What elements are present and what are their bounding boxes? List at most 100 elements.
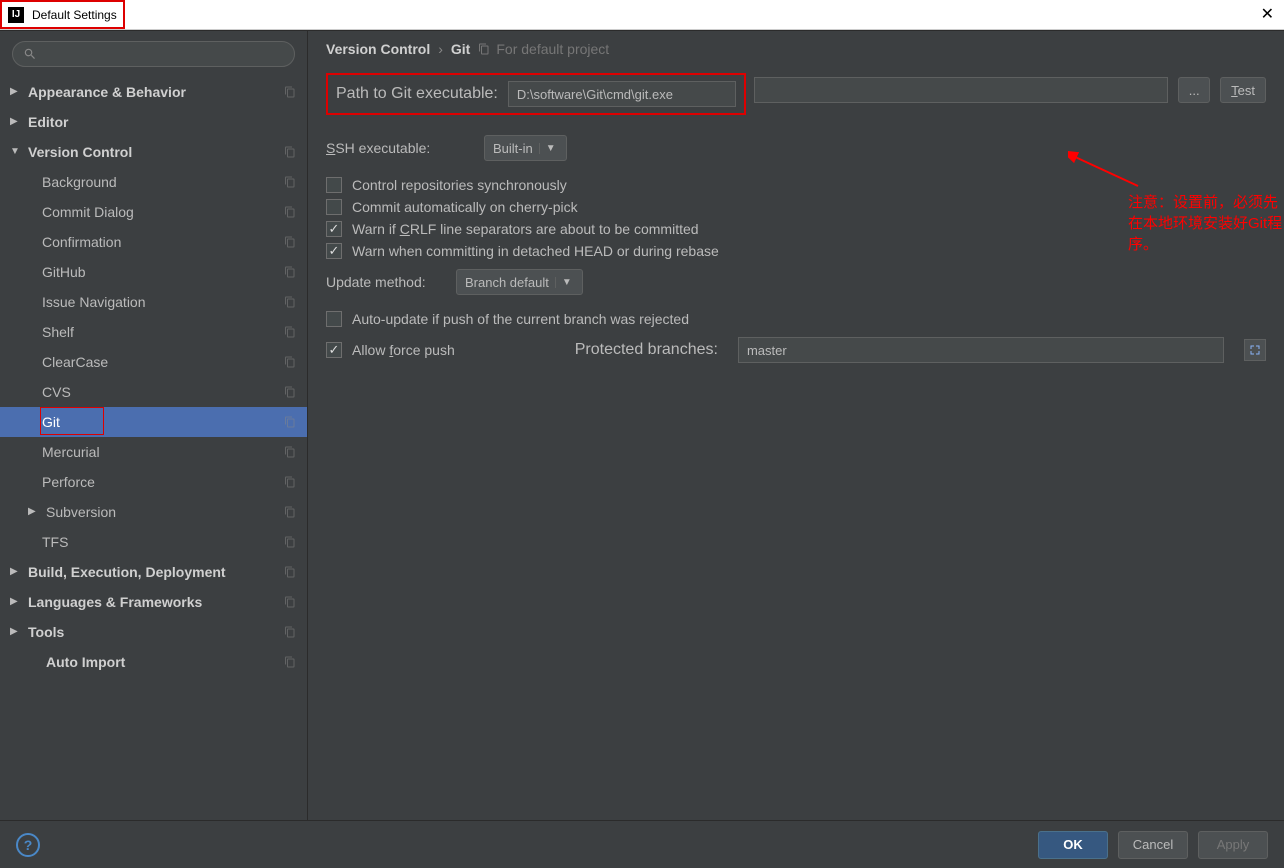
chk-control-repos[interactable]: Control repositories synchronously [326,177,1266,193]
tree-label: Issue Navigation [42,287,283,317]
help-button[interactable]: ? [16,833,40,857]
chevron-icon [10,77,22,107]
update-combo[interactable]: Branch default▼ [456,269,583,295]
tree-label: Subversion [46,497,283,527]
close-icon[interactable]: ✕ [1261,4,1274,24]
sidebar-item-build-execution-deployment[interactable]: Build, Execution, Deployment [0,557,307,587]
sidebar-item-perforce[interactable]: Perforce [0,467,307,497]
chk-cherry-pick[interactable]: Commit automatically on cherry-pick [326,199,1266,215]
copy-icon [283,295,297,309]
breadcrumb-b: Git [451,41,470,57]
ssh-combo[interactable]: Built-in▼ [484,135,567,161]
tree-label: TFS [42,527,283,557]
copy-icon [283,205,297,219]
force-push-row: Allow force push Protected branches: [326,337,1266,363]
apply-button[interactable]: Apply [1198,831,1268,859]
tree-label: Commit Dialog [42,197,283,227]
sidebar-item-commit-dialog[interactable]: Commit Dialog [0,197,307,227]
copy-icon [283,655,297,669]
copy-icon [283,475,297,489]
chk-auto-update[interactable]: Auto-update if push of the current branc… [326,311,1266,327]
sidebar-item-clearcase[interactable]: ClearCase [0,347,307,377]
tree-label: Languages & Frameworks [28,587,283,617]
breadcrumb-hint: For default project [478,41,609,57]
footer: ? OK Cancel Apply [0,820,1284,868]
annotation-text: 注意：设置前，必须先在本地环境安装好Git程序。 [1128,191,1284,254]
tree-label: Mercurial [42,437,283,467]
test-button[interactable]: Test [1220,77,1266,103]
ssh-label: SSH executable: [326,140,474,156]
sidebar-item-shelf[interactable]: Shelf [0,317,307,347]
expand-icon [1249,344,1261,356]
sidebar-item-mercurial[interactable]: Mercurial [0,437,307,467]
chevron-icon [10,587,22,617]
copy-icon [283,355,297,369]
chevron-icon [10,617,22,647]
tree-label: GitHub [42,257,283,287]
ok-button[interactable]: OK [1038,831,1108,859]
settings-tree: Appearance & BehaviorEditorVersion Contr… [0,77,307,677]
tree-label: Build, Execution, Deployment [28,557,283,587]
git-path-full[interactable] [754,77,1168,103]
tree-label: Confirmation [42,227,283,257]
copy-icon [283,235,297,249]
sidebar-item-version-control[interactable]: Version Control [0,137,307,167]
tree-label: CVS [42,377,283,407]
sidebar-item-tools[interactable]: Tools [0,617,307,647]
sidebar-item-auto-import[interactable]: Auto Import [0,647,307,677]
sidebar-item-editor[interactable]: Editor [0,107,307,137]
chevron-icon [10,557,22,587]
search-icon [23,47,37,61]
protected-label: Protected branches: [575,341,718,359]
browse-button[interactable]: ... [1178,77,1210,103]
copy-icon [283,145,297,159]
tree-label: Perforce [42,467,283,497]
app-icon: IJ [8,7,24,23]
copy-icon [283,535,297,549]
tree-label: Auto Import [46,647,283,677]
breadcrumb-sep: › [438,41,443,57]
sidebar-item-cvs[interactable]: CVS [0,377,307,407]
breadcrumb: Version Control › Git For default projec… [326,41,1266,57]
search-input[interactable] [12,41,295,67]
titlebar: IJ Default Settings ✕ [0,0,1284,30]
chevron-icon [10,107,22,137]
chevron-down-icon: ▼ [539,143,562,154]
sidebar: Appearance & BehaviorEditorVersion Contr… [0,31,308,838]
tree-label: Git [42,407,283,437]
window-title: Default Settings [32,8,117,22]
breadcrumb-a: Version Control [326,41,430,57]
chk-force-push[interactable]: Allow force push [326,342,455,358]
sidebar-item-issue-navigation[interactable]: Issue Navigation [0,287,307,317]
tree-label: Version Control [28,137,283,167]
update-row: Update method: Branch default▼ [326,269,1266,295]
update-label: Update method: [326,274,446,290]
titlebar-highlight: IJ Default Settings [0,0,125,29]
main-body: Appearance & BehaviorEditorVersion Contr… [0,30,1284,838]
sidebar-item-confirmation[interactable]: Confirmation [0,227,307,257]
sidebar-item-appearance-behavior[interactable]: Appearance & Behavior [0,77,307,107]
chk-crlf[interactable]: Warn if CRLF line separators are about t… [326,221,1266,237]
copy-icon [283,625,297,639]
sidebar-item-subversion[interactable]: Subversion [0,497,307,527]
copy-icon [283,445,297,459]
sidebar-item-tfs[interactable]: TFS [0,527,307,557]
tree-label: Editor [28,107,297,137]
sidebar-item-github[interactable]: GitHub [0,257,307,287]
tree-label: Background [42,167,283,197]
ssh-row: SSH executable: Built-in▼ [326,135,1266,161]
sidebar-item-background[interactable]: Background [0,167,307,197]
expand-button[interactable] [1244,339,1266,361]
sidebar-item-git[interactable]: Git [0,407,307,437]
tree-label: Shelf [42,317,283,347]
copy-icon [283,385,297,399]
cancel-button[interactable]: Cancel [1118,831,1188,859]
tree-label: Appearance & Behavior [28,77,283,107]
protected-input[interactable] [738,337,1224,363]
sidebar-item-languages-frameworks[interactable]: Languages & Frameworks [0,587,307,617]
chevron-down-icon: ▼ [555,277,578,288]
content-panel: Version Control › Git For default projec… [308,31,1284,838]
copy-icon [478,43,490,55]
chevron-icon [10,137,22,167]
chk-detached[interactable]: Warn when committing in detached HEAD or… [326,243,1266,259]
